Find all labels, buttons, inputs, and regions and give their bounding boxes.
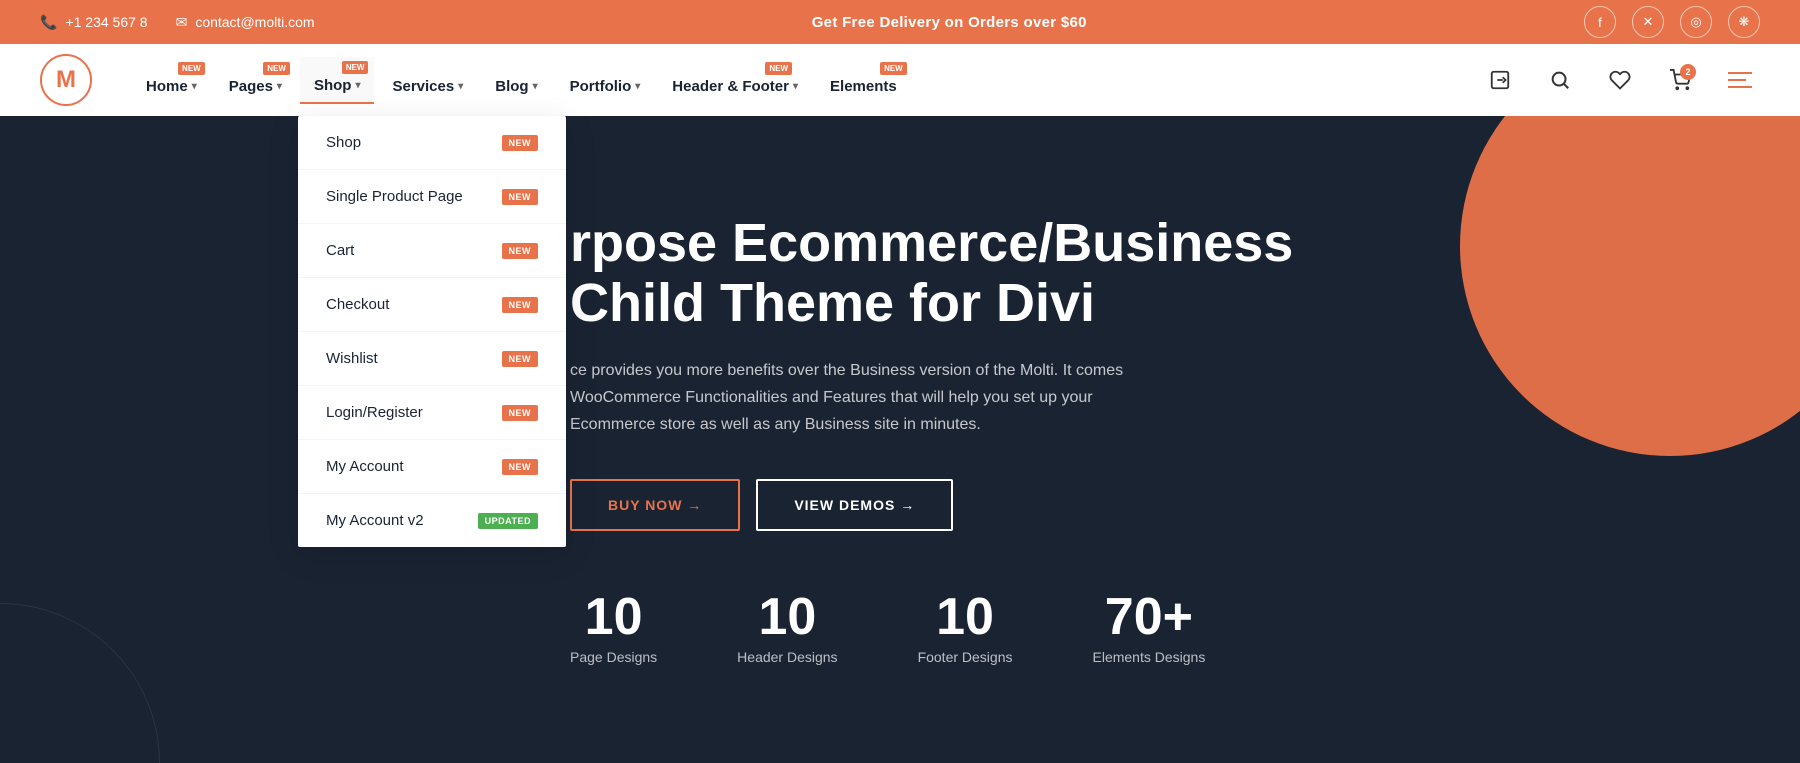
dropdown-item-checkout[interactable]: Checkout NEW	[298, 278, 566, 332]
email-icon: ✉	[176, 14, 188, 31]
phone-number: +1 234 567 8	[65, 14, 147, 30]
facebook-icon[interactable]: f	[1584, 6, 1616, 38]
stats-row: 10 Page Designs 10 Header Designs 10 Foo…	[570, 591, 1293, 665]
single-product-new-badge: NEW	[502, 189, 539, 205]
dropdown-item-my-account-v2[interactable]: My Account v2 UPDATED	[298, 494, 566, 547]
chevron-down-icon: ▾	[635, 81, 640, 92]
dribbble-icon[interactable]: ❋	[1728, 6, 1760, 38]
dropdown-item-cart[interactable]: Cart NEW	[298, 224, 566, 278]
chevron-down-icon: ▾	[355, 80, 360, 91]
dropdown-my-account-label: My Account	[326, 458, 404, 475]
top-bar-contacts: 📞 +1 234 567 8 ✉ contact@molti.com	[40, 14, 315, 31]
phone-icon: 📞	[40, 14, 57, 31]
nav-item-home[interactable]: NEW Home ▾	[132, 58, 211, 103]
email-contact[interactable]: ✉ contact@molti.com	[176, 14, 315, 31]
stat-header-designs: 10 Header Designs	[737, 591, 837, 665]
dropdown-shop-label: Shop	[326, 134, 361, 151]
nav-item-blog[interactable]: Blog ▾	[481, 58, 551, 103]
nav-items-list: NEW Home ▾ NEW Pages ▾ NEW Shop ▾ Servic…	[132, 57, 1480, 104]
nav-home-label: Home	[146, 78, 188, 95]
page-designs-number: 10	[570, 591, 657, 643]
dropdown-item-login-register[interactable]: Login/Register NEW	[298, 386, 566, 440]
nav-item-services[interactable]: Services ▾	[378, 58, 477, 103]
header-designs-number: 10	[737, 591, 837, 643]
shop-new-badge: NEW	[502, 135, 539, 151]
buy-now-button[interactable]: BUY NOW →	[570, 479, 740, 531]
dropdown-checkout-label: Checkout	[326, 296, 389, 313]
dropdown-item-single-product[interactable]: Single Product Page NEW	[298, 170, 566, 224]
phone-contact[interactable]: 📞 +1 234 567 8	[40, 14, 148, 31]
nav-item-shop[interactable]: NEW Shop ▾	[300, 57, 375, 104]
footer-designs-label: Footer Designs	[918, 649, 1013, 665]
nav-blog-label: Blog	[495, 78, 528, 95]
hero-buttons: BUY NOW → VIEW DEMOS →	[570, 479, 1293, 531]
logo-letter: M	[56, 66, 76, 94]
nav-item-header-footer[interactable]: NEW Header & Footer ▾	[658, 58, 812, 103]
nav-shop-label: Shop	[314, 77, 352, 94]
hero-title: rpose Ecommerce/Business Child Theme for…	[570, 214, 1293, 333]
stat-elements-designs: 70+ Elements Designs	[1093, 591, 1206, 665]
shop-dropdown: Shop NEW Single Product Page NEW Cart NE…	[298, 116, 566, 547]
dropdown-wishlist-label: Wishlist	[326, 350, 378, 367]
nav-elements-label: Elements	[830, 78, 897, 95]
nav-services-label: Services	[392, 78, 454, 95]
nav-item-pages[interactable]: NEW Pages ▾	[215, 58, 296, 103]
dropdown-item-my-account[interactable]: My Account NEW	[298, 440, 566, 494]
dropdown-cart-label: Cart	[326, 242, 354, 259]
chevron-down-icon: ▾	[192, 81, 197, 92]
view-demos-button[interactable]: VIEW DEMOS →	[756, 479, 953, 531]
stat-footer-designs: 10 Footer Designs	[918, 591, 1013, 665]
dropdown-my-account-v2-label: My Account v2	[326, 512, 424, 529]
nav-item-elements[interactable]: NEW Elements	[816, 58, 911, 103]
dropdown-item-shop[interactable]: Shop NEW	[298, 116, 566, 170]
site-logo[interactable]: M	[40, 54, 92, 106]
chevron-down-icon: ▾	[277, 81, 282, 92]
dropdown-single-product-label: Single Product Page	[326, 188, 463, 205]
elements-designs-label: Elements Designs	[1093, 649, 1206, 665]
hero-section: rpose Ecommerce/Business Child Theme for…	[0, 116, 1800, 763]
stat-page-designs: 10 Page Designs	[570, 591, 657, 665]
menu-button[interactable]	[1720, 60, 1760, 100]
nav-pages-label: Pages	[229, 78, 273, 95]
nav-portfolio-label: Portfolio	[570, 78, 632, 95]
dropdown-login-register-label: Login/Register	[326, 404, 423, 421]
hero-description: ce provides you more benefits over the B…	[570, 357, 1130, 439]
my-account-v2-updated-badge: UPDATED	[478, 513, 538, 529]
login-register-new-badge: NEW	[502, 405, 539, 421]
chevron-down-icon: ▾	[533, 81, 538, 92]
chevron-down-icon: ▾	[458, 81, 463, 92]
twitter-icon[interactable]: ✕	[1632, 6, 1664, 38]
chevron-down-icon: ▾	[793, 81, 798, 92]
hero-content: rpose Ecommerce/Business Child Theme for…	[0, 134, 1373, 744]
social-links: f ✕ ◎ ❋	[1584, 6, 1760, 38]
top-bar: 📞 +1 234 567 8 ✉ contact@molti.com Get F…	[0, 0, 1800, 44]
nav-right-actions: 2	[1480, 60, 1760, 100]
dropdown-item-wishlist[interactable]: Wishlist NEW	[298, 332, 566, 386]
wishlist-new-badge: NEW	[502, 351, 539, 367]
cart-count: 2	[1680, 64, 1696, 80]
my-account-new-badge: NEW	[502, 459, 539, 475]
footer-designs-number: 10	[918, 591, 1013, 643]
cart-button[interactable]: 2	[1660, 60, 1700, 100]
instagram-icon[interactable]: ◎	[1680, 6, 1712, 38]
email-address: contact@molti.com	[195, 14, 314, 30]
elements-designs-number: 70+	[1093, 591, 1206, 643]
wishlist-button[interactable]	[1600, 60, 1640, 100]
page-designs-label: Page Designs	[570, 649, 657, 665]
promo-text: Get Free Delivery on Orders over $60	[812, 14, 1087, 31]
nav-item-portfolio[interactable]: Portfolio ▾	[556, 58, 655, 103]
hamburger-icon	[1728, 72, 1752, 88]
checkout-new-badge: NEW	[502, 297, 539, 313]
nav-header-footer-label: Header & Footer	[672, 78, 789, 95]
login-button[interactable]	[1480, 60, 1520, 100]
cart-new-badge: NEW	[502, 243, 539, 259]
header-designs-label: Header Designs	[737, 649, 837, 665]
search-button[interactable]	[1540, 60, 1580, 100]
main-navigation: M NEW Home ▾ NEW Pages ▾ NEW Shop ▾ Serv…	[0, 44, 1800, 116]
hero-circle-decoration	[1460, 116, 1800, 456]
